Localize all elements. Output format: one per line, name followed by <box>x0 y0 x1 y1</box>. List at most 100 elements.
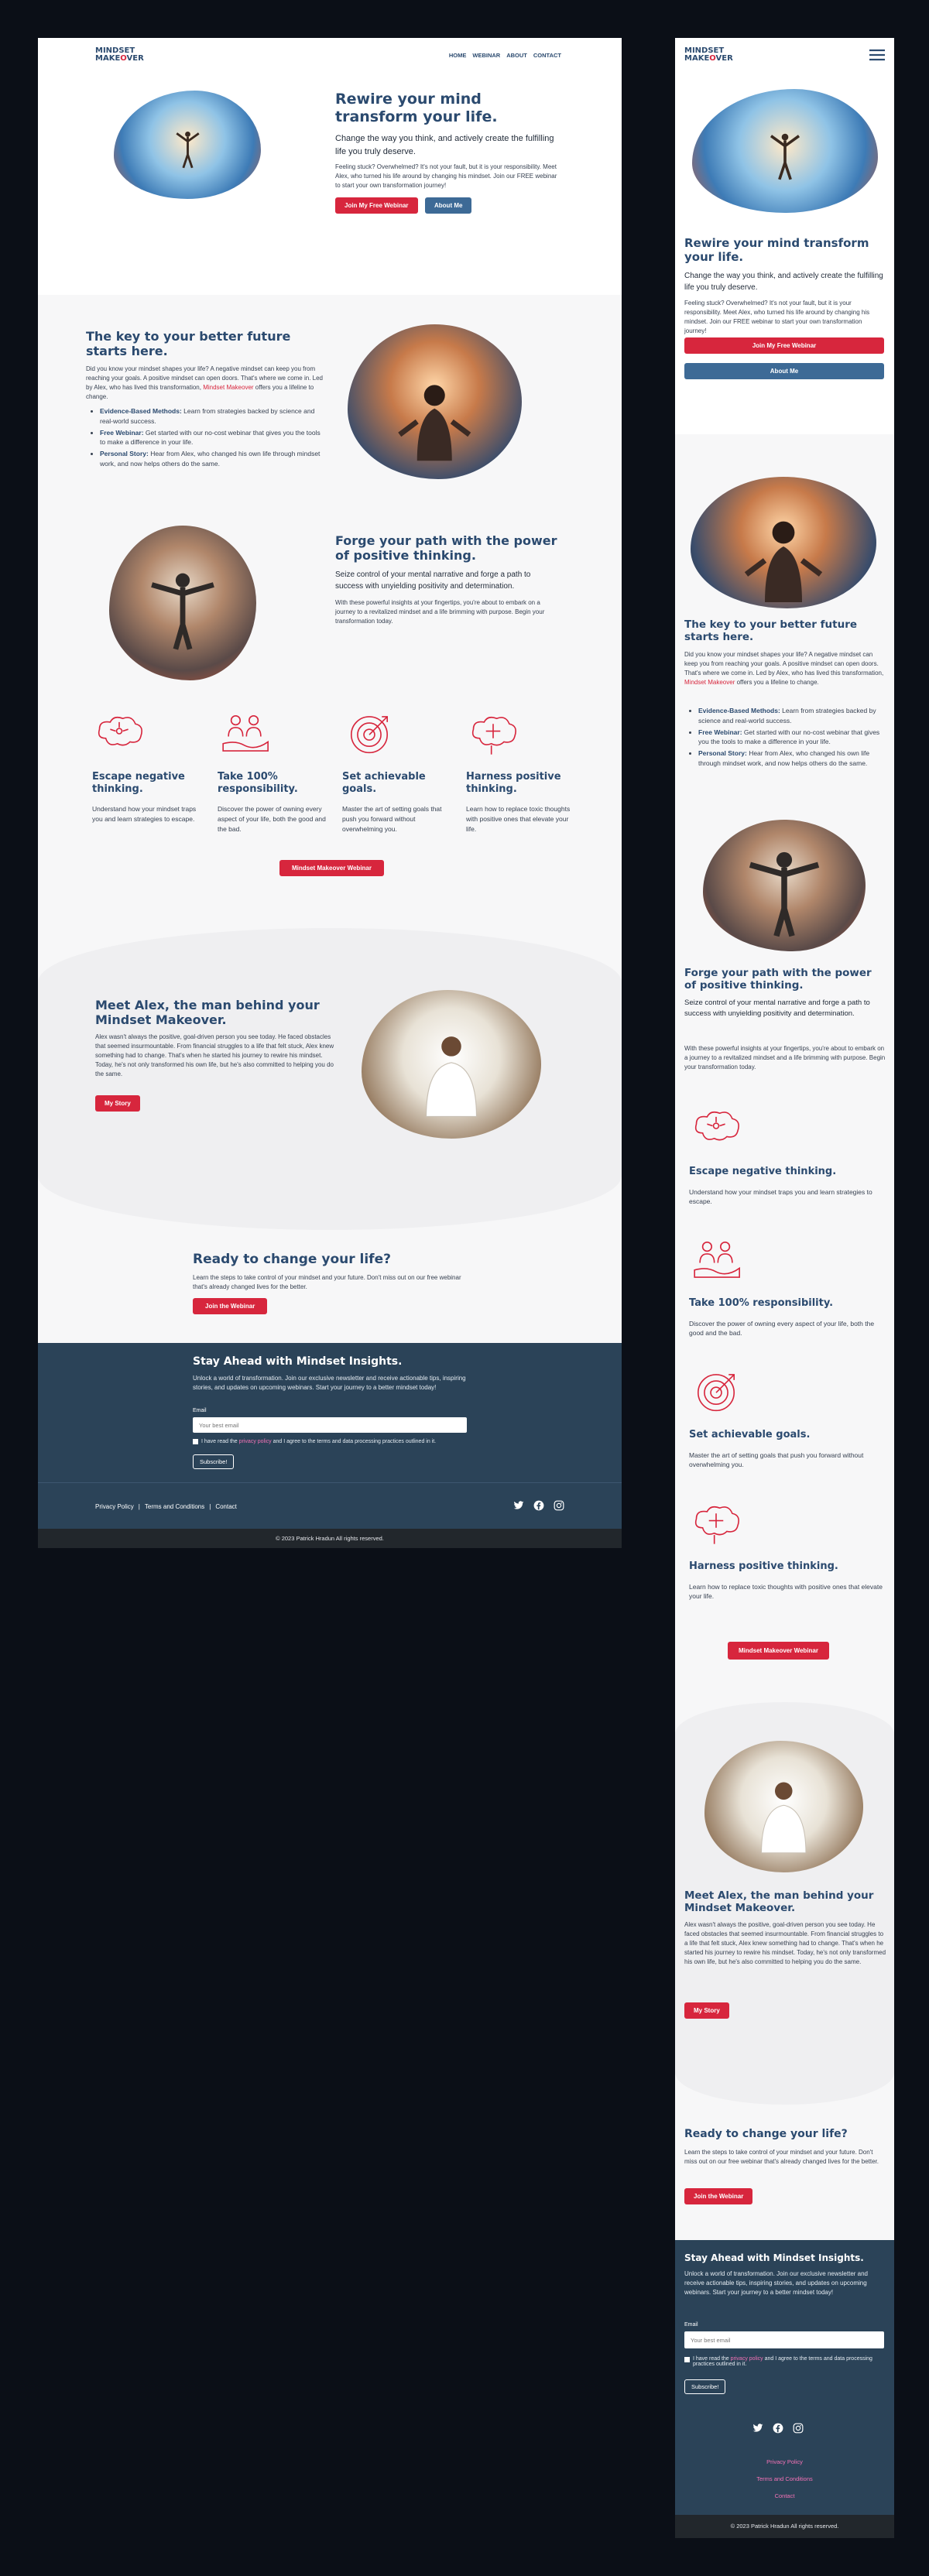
feature-card: Set achievable goals. Master the art of … <box>689 1369 883 1470</box>
alex-body: Alex wasn't always the positive, goal-dr… <box>95 1033 334 1077</box>
man-embracing-storm-figure <box>151 573 214 650</box>
footer-links: Privacy Policy Terms and Conditions Cont… <box>675 2454 894 2505</box>
email-input[interactable] <box>193 1417 467 1433</box>
subscribe-button[interactable]: Subscribe! <box>684 2379 726 2394</box>
footer-contact-link[interactable]: Contact <box>675 2488 894 2505</box>
newsletter-body: Unlock a world of transformation. Join o… <box>684 2270 868 2296</box>
brand-logo[interactable]: MINDSET MAKEOVER <box>684 47 733 62</box>
footer-contact-link[interactable]: Contact <box>215 1503 237 1510</box>
brain-plus-icon <box>471 716 516 755</box>
newsletter-title: Stay Ahead with Mindset Insights. <box>193 1355 403 1368</box>
consent-row: I have read the privacy policy and I agr… <box>684 2356 884 2367</box>
mobile-newsletter-section: Stay Ahead with Mindset Insights. Unlock… <box>675 2240 894 2515</box>
footer-privacy-link[interactable]: Privacy Policy <box>95 1503 134 1510</box>
cta-body: Learn the steps to take control of your … <box>684 2149 879 2165</box>
facebook-icon[interactable] <box>773 2423 783 2434</box>
facebook-icon[interactable] <box>533 1500 544 1511</box>
consent-row: I have read the privacy policy and I agr… <box>193 1439 436 1444</box>
hero-subtitle: Change the way you think, and actively c… <box>335 134 554 156</box>
key-section: The key to your better future starts her… <box>38 324 622 495</box>
hero-image <box>692 89 878 213</box>
key-bullet: Personal Story: Hear from Alex, who chan… <box>698 748 887 769</box>
desktop-footer: Privacy Policy | Terms and Conditions | Co… <box>38 1482 622 1529</box>
man-embracing-storm-figure <box>749 851 820 937</box>
nav-about[interactable]: ABOUT <box>506 52 527 59</box>
footer-links: Privacy Policy | Terms and Conditions | Co… <box>95 1503 237 1510</box>
join-webinar-button[interactable]: Join My Free Webinar <box>335 197 418 214</box>
consent-checkbox[interactable] <box>684 2357 690 2362</box>
copyright-text: © 2023 Patrick Hradun All rights reserve… <box>276 1535 384 1542</box>
twitter-icon[interactable] <box>752 2423 763 2434</box>
target-icon <box>350 716 389 754</box>
feature-card: Escape negative thinking. Understand how… <box>92 711 201 824</box>
mobile-alex-section: Meet Alex, the man behind your Mindset M… <box>675 1702 894 2105</box>
alex-title: Meet Alex, the man behind your Mindset M… <box>684 1889 874 1915</box>
feature-text: Discover the power of owning every aspec… <box>689 1319 875 1338</box>
feature-card: Set achievable goals. Master the art of … <box>342 711 451 834</box>
desktop-nav: HOME WEBINAR ABOUT CONTACT <box>449 52 561 59</box>
join-the-webinar-button[interactable]: Join the Webinar <box>193 1298 268 1314</box>
join-the-webinar-button[interactable]: Join the Webinar <box>684 2188 753 2204</box>
man-arms-raised-figure <box>175 132 200 169</box>
mindset-makeover-link[interactable]: Mindset Makeover <box>684 679 735 686</box>
feature-card: Escape negative thinking. Understand how… <box>689 1106 883 1207</box>
forge-section: Forge your path with the power of positi… <box>38 518 622 696</box>
forge-subtitle: Seize control of your mental narrative a… <box>335 570 531 591</box>
feature-text: Understand how your mindset traps you an… <box>92 805 197 823</box>
footer-sep: | <box>138 1503 140 1510</box>
bullet-bold: Free Webinar: <box>698 728 742 736</box>
my-story-button[interactable]: My Story <box>684 2002 729 2019</box>
join-webinar-button[interactable]: Join My Free Webinar <box>684 337 884 354</box>
consent-pre: I have read the <box>693 2356 731 2362</box>
hero-image <box>114 91 261 199</box>
nav-home[interactable]: HOME <box>449 52 467 59</box>
key-body-tail: offers you a lifeline to change. <box>736 679 819 686</box>
brand-line2: MAKEOVER <box>684 53 733 63</box>
key-title: The key to your better future starts her… <box>684 618 858 644</box>
brand-logo[interactable]: MINDSET MAKEOVER <box>95 47 144 62</box>
footer-terms-link[interactable]: Terms and Conditions <box>675 2471 894 2488</box>
cta-title: Ready to change your life? <box>684 2128 848 2140</box>
privacy-policy-link[interactable]: privacy policy <box>239 1439 272 1444</box>
privacy-policy-link[interactable]: privacy policy <box>731 2356 763 2362</box>
alex-portrait <box>704 1741 863 1872</box>
cta-body: Learn the steps to take control of your … <box>193 1274 461 1290</box>
instagram-icon[interactable] <box>554 1500 564 1511</box>
brand-o: O <box>709 53 716 63</box>
hamburger-menu-icon[interactable] <box>869 49 885 61</box>
feature-title: Escape negative thinking. <box>92 771 185 795</box>
mindset-makeover-webinar-button[interactable]: Mindset Makeover Webinar <box>279 860 384 876</box>
consent-text: I have read the privacy policy and I agr… <box>693 2356 884 2367</box>
subscribe-button[interactable]: Subscribe! <box>193 1454 235 1469</box>
my-story-button[interactable]: My Story <box>95 1095 140 1112</box>
instagram-icon[interactable] <box>793 2423 804 2434</box>
brain-cloud-icon <box>694 1111 739 1141</box>
mobile-header: MINDSET MAKEOVER <box>675 38 894 70</box>
forge-title: Forge your path with the power of positi… <box>335 533 557 564</box>
feature-title: Take 100% responsibility. <box>689 1297 834 1309</box>
mindset-makeover-webinar-button[interactable]: Mindset Makeover Webinar <box>728 1642 829 1660</box>
feature-text: Discover the power of owning every aspec… <box>218 805 326 833</box>
bullet-bold: Evidence-Based Methods: <box>698 707 780 714</box>
feature-title: Harness positive thinking. <box>689 1560 838 1572</box>
consent-checkbox[interactable] <box>193 1439 198 1444</box>
mindset-makeover-link[interactable]: Mindset Makeover <box>203 384 253 391</box>
footer-privacy-link[interactable]: Privacy Policy <box>675 2454 894 2471</box>
nav-contact[interactable]: CONTACT <box>533 52 561 59</box>
mobile-view: MINDSET MAKEOVER Rewire your mind transf… <box>675 38 894 2538</box>
key-bullet: Free Webinar: Get started with our no-co… <box>698 728 887 748</box>
about-me-button[interactable]: About Me <box>425 197 472 214</box>
glowing-woman-image <box>348 324 522 479</box>
footer-sep: | <box>209 1503 211 1510</box>
brain-plus-icon <box>694 1506 739 1544</box>
newsletter-body: Unlock a world of transformation. Join o… <box>193 1375 466 1391</box>
target-icon <box>697 1374 735 1412</box>
email-input[interactable] <box>684 2331 884 2348</box>
footer-terms-link[interactable]: Terms and Conditions <box>145 1503 204 1510</box>
key-bullet-list: Evidence-Based Methods: Learn from strat… <box>684 706 887 770</box>
alex-portrait <box>362 990 541 1139</box>
nav-webinar[interactable]: WEBINAR <box>472 52 500 59</box>
about-me-button[interactable]: About Me <box>684 363 884 379</box>
email-label: Email <box>193 1408 207 1413</box>
twitter-icon[interactable] <box>513 1500 524 1511</box>
